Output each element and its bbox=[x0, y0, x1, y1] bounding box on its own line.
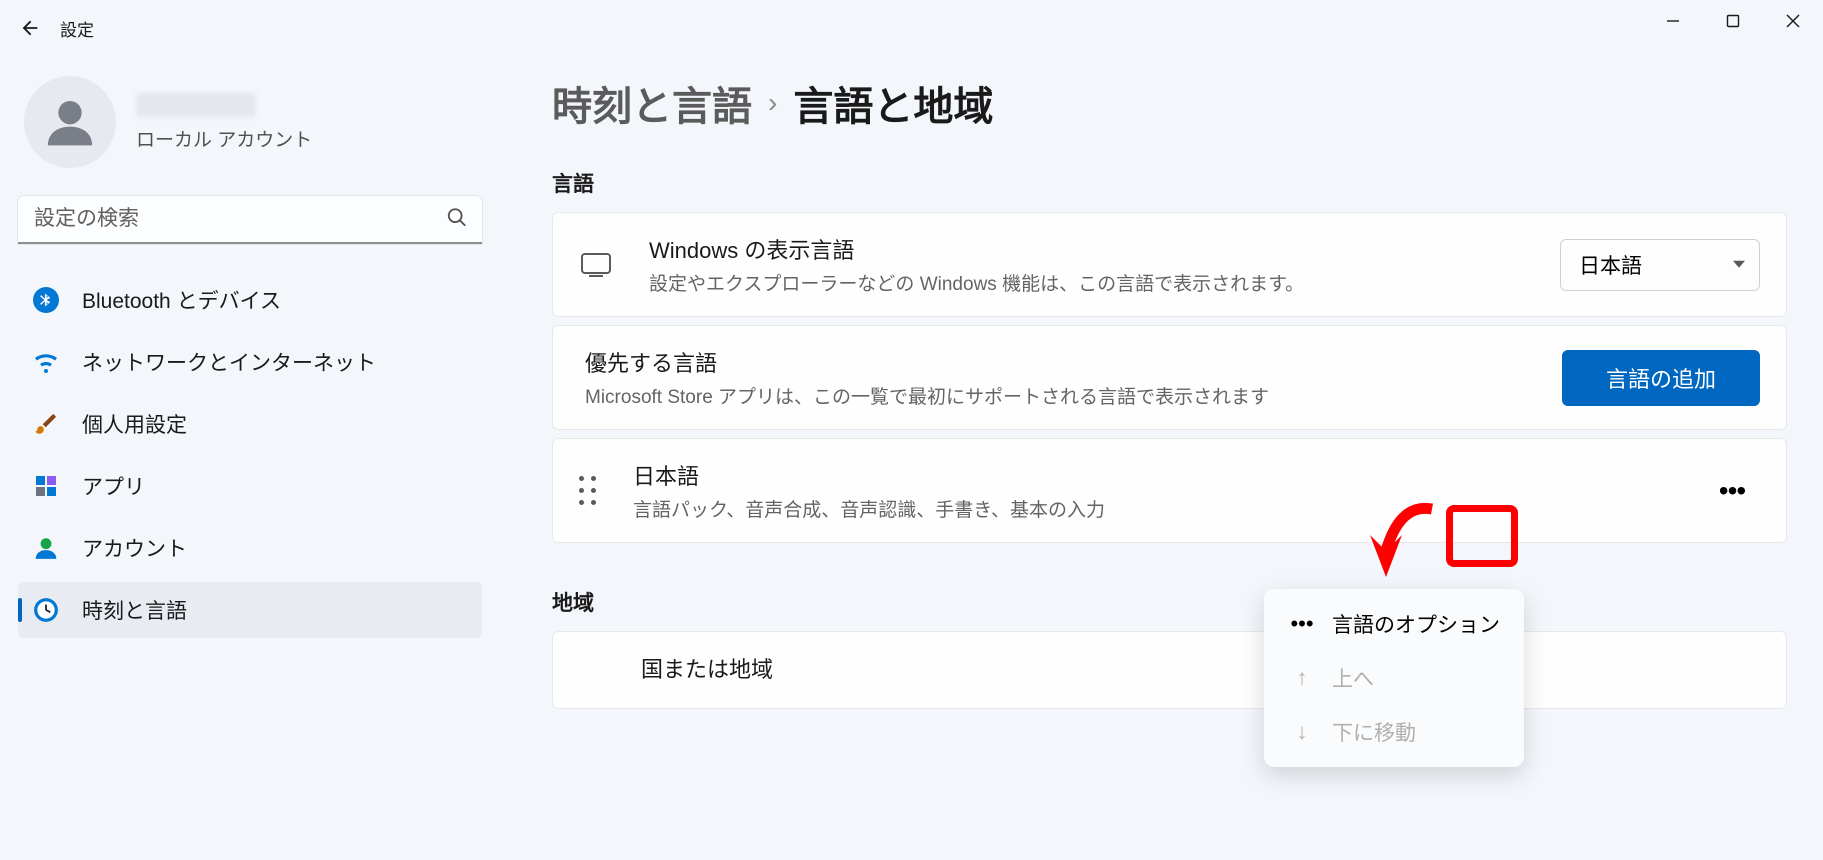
display-language-card: Windows の表示言語 設定やエクスプローラーなどの Windows 機能は… bbox=[552, 212, 1787, 317]
nav-label: ネットワークとインターネット bbox=[82, 347, 376, 377]
account-icon bbox=[30, 532, 62, 564]
chevron-right-icon: › bbox=[768, 87, 777, 119]
arrow-down-icon: ↓ bbox=[1288, 719, 1316, 745]
section-title-language: 言語 bbox=[552, 168, 1787, 198]
section-title-region: 地域 bbox=[552, 587, 1787, 617]
nav-item-clock[interactable]: 時刻と言語 bbox=[18, 582, 482, 638]
drag-handle-icon[interactable] bbox=[579, 476, 597, 506]
breadcrumb: 時刻と言語 › 言語と地域 bbox=[552, 74, 1787, 132]
preferred-languages-desc: Microsoft Store アプリは、この一覧で最初にサポートされる言語で表… bbox=[585, 382, 1562, 409]
display-language-title: Windows の表示言語 bbox=[649, 233, 1560, 265]
breadcrumb-current: 言語と地域 bbox=[793, 74, 993, 132]
language-context-menu: ••• 言語のオプション ↑ 上へ ↓ 下に移動 bbox=[1264, 589, 1524, 767]
profile-name-redacted bbox=[136, 93, 256, 117]
profile-section: ローカル アカウント bbox=[18, 76, 482, 168]
nav-label: 時刻と言語 bbox=[82, 595, 187, 625]
country-region-card[interactable]: 国または地域 bbox=[552, 631, 1787, 709]
nav-item-apps[interactable]: アプリ bbox=[18, 458, 482, 514]
search-input[interactable] bbox=[18, 196, 482, 244]
nav-label: Bluetooth とデバイス bbox=[82, 285, 281, 315]
nav-item-wifi[interactable]: ネットワークとインターネット bbox=[18, 334, 482, 390]
preferred-languages-card: 優先する言語 Microsoft Store アプリは、この一覧で最初にサポート… bbox=[552, 325, 1787, 430]
brush-icon bbox=[30, 408, 62, 440]
display-language-desc: 設定やエクスプローラーなどの Windows 機能は、この言語で表示されます。 bbox=[649, 269, 1560, 296]
arrow-up-icon: ↑ bbox=[1288, 665, 1316, 691]
nav-item-bluetooth[interactable]: Bluetooth とデバイス bbox=[18, 272, 482, 328]
apps-icon bbox=[30, 470, 62, 502]
language-item-title: 日本語 bbox=[633, 459, 1704, 491]
maximize-button[interactable] bbox=[1703, 0, 1763, 42]
monitor-icon bbox=[579, 253, 613, 277]
back-button[interactable] bbox=[8, 6, 52, 50]
add-language-button[interactable]: 言語の追加 bbox=[1562, 350, 1760, 406]
more-icon: ••• bbox=[1288, 611, 1316, 637]
language-item-desc: 言語パック、音声合成、音声認識、手書き、基本の入力 bbox=[633, 495, 1704, 522]
app-title: 設定 bbox=[60, 16, 94, 41]
wifi-icon bbox=[30, 346, 62, 378]
nav-label: 個人用設定 bbox=[82, 409, 187, 439]
minimize-button[interactable] bbox=[1643, 0, 1703, 42]
ctx-move-down: ↓ 下に移動 bbox=[1272, 705, 1516, 759]
avatar bbox=[24, 76, 116, 168]
bluetooth-icon bbox=[30, 284, 62, 316]
nav-label: アプリ bbox=[82, 471, 145, 501]
search-icon bbox=[446, 207, 468, 234]
display-language-dropdown[interactable]: 日本語 bbox=[1560, 239, 1760, 291]
account-type-label: ローカル アカウント bbox=[136, 125, 312, 152]
nav-item-brush[interactable]: 個人用設定 bbox=[18, 396, 482, 452]
more-options-button[interactable]: ••• bbox=[1704, 471, 1760, 511]
ctx-move-up: ↑ 上へ bbox=[1272, 651, 1516, 705]
ctx-language-options[interactable]: ••• 言語のオプション bbox=[1272, 597, 1516, 651]
close-button[interactable] bbox=[1763, 0, 1823, 42]
breadcrumb-parent[interactable]: 時刻と言語 bbox=[552, 74, 752, 132]
nav-item-account[interactable]: アカウント bbox=[18, 520, 482, 576]
country-region-title: 国または地域 bbox=[641, 652, 1760, 684]
language-item-japanese: 日本語 言語パック、音声合成、音声認識、手書き、基本の入力 ••• bbox=[552, 438, 1787, 543]
preferred-languages-title: 優先する言語 bbox=[585, 346, 1562, 378]
clock-icon bbox=[30, 594, 62, 626]
nav-label: アカウント bbox=[82, 533, 187, 563]
